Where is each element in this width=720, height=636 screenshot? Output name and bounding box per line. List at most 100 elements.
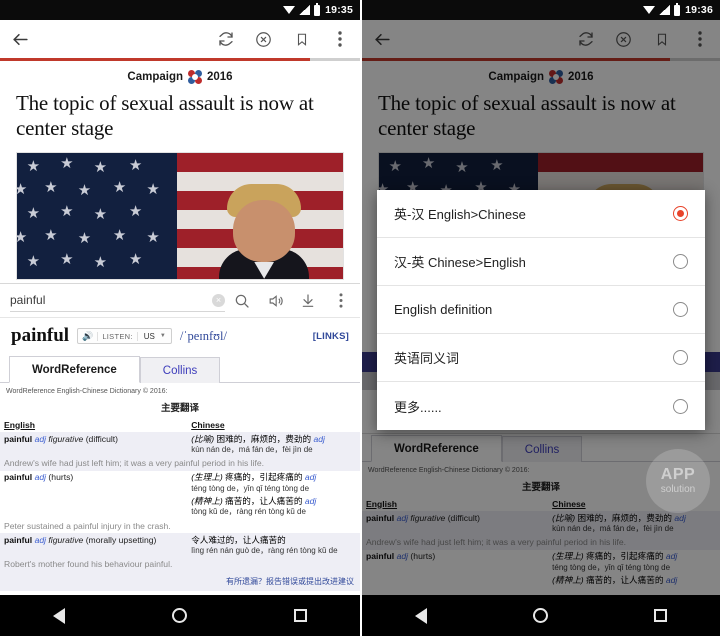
right-phone-screen: 19:36 Campaign 2016 The topic of sexual …	[360, 0, 720, 636]
status-icons	[643, 2, 681, 16]
back-nav-icon[interactable]	[53, 607, 66, 624]
overflow-menu-icon[interactable]	[330, 30, 349, 49]
headword: painful	[11, 325, 70, 346]
tab-wordreference[interactable]: WordReference	[9, 356, 140, 383]
entry-cn-second: (精神上) 痛苦的，让人痛苦的 adj tòng kǔ de，ràng rén …	[191, 494, 356, 518]
recents-nav-icon[interactable]	[654, 609, 667, 622]
table-row-example: Andrew's wife had just left him; it was …	[0, 456, 360, 471]
download-icon[interactable]	[299, 292, 317, 310]
recents-nav-icon[interactable]	[293, 609, 307, 622]
entry-pinyin: téng tòng de，yǐn qǐ téng tòng de	[191, 483, 310, 493]
refresh-icon[interactable]	[216, 30, 235, 49]
option-label: English definition	[394, 302, 493, 317]
table-row: painful adj figurative (morally upsettin…	[0, 533, 360, 558]
radio-button[interactable]	[673, 254, 688, 269]
home-nav-icon[interactable]	[533, 608, 548, 623]
headword-row: painful 🔊 LISTEN: US ▼ /ˈpeɪnfʊl/ [LINKS…	[0, 318, 360, 355]
dual-screenshot-stage: 19:35 Campaign 2016 The topic of sexual …	[0, 0, 720, 636]
links-button[interactable]: [LINKS]	[313, 331, 349, 342]
article-content: Campaign 2016 The topic of sexual assaul…	[0, 60, 360, 280]
chevron-down-icon[interactable]: ▼	[158, 333, 171, 339]
listen-control[interactable]: 🔊 LISTEN: US ▼	[77, 328, 172, 344]
dictionary-actions	[233, 292, 350, 310]
entry-pinyin-2: tòng kǔ de，ràng rén tòng kǔ de	[191, 507, 306, 517]
dialog-option-english-chinese[interactable]: 英-汉 English>Chinese	[377, 190, 705, 238]
home-nav-icon[interactable]	[171, 608, 187, 623]
dialog-option-chinese-english[interactable]: 汉-英 Chinese>English	[377, 238, 705, 286]
toolbar-actions	[216, 30, 349, 49]
entry-chinese: 令人难过的，让人痛苦的 lìng rén nán guò de，ràng rén…	[187, 533, 360, 558]
status-bar-right: 19:36	[362, 0, 720, 20]
entry-pos: adj	[34, 472, 47, 483]
section-title: 主要翻译	[160, 403, 199, 414]
entry-english: painful adj figurative (difficult)	[0, 432, 187, 457]
translation-table: English Chinese painful adj figurative (…	[0, 418, 360, 572]
report-error-link[interactable]: 有所遗漏？报告错误或提出改进建议	[0, 571, 360, 591]
table-row: painful adj (hurts) (生理上) 疼痛的，引起疼痛的 adj …	[0, 470, 360, 520]
entry-pos: adj	[34, 534, 47, 545]
table-header-row: English Chinese	[0, 418, 360, 432]
dictionary-mode-dialog: 英-汉 English>Chinese 汉-英 Chinese>English …	[377, 190, 705, 430]
entry-example: Peter sustained a painful injury in the …	[4, 520, 171, 531]
article-kicker: Campaign 2016	[16, 61, 344, 91]
entry-cn-gloss-2: 痛苦的，让人痛苦的	[225, 495, 303, 506]
entry-english: painful adj (hurts)	[0, 471, 187, 519]
radio-button[interactable]	[673, 350, 688, 365]
entry-cn-pos: adj	[304, 472, 317, 483]
kicker-text: Campaign	[127, 70, 183, 83]
option-label: 英语同义词	[394, 351, 460, 366]
entry-register: figurative	[48, 433, 84, 444]
entry-english: painful adj figurative (morally upsettin…	[0, 533, 187, 558]
option-label: 更多......	[394, 399, 442, 415]
app-solution-watermark: APP solution	[646, 449, 710, 513]
listen-speaker-icon[interactable]: 🔊	[78, 331, 97, 342]
radio-button[interactable]	[673, 398, 688, 414]
android-navbar-left	[0, 595, 360, 636]
dictionary-search-row: ×	[0, 284, 360, 318]
pronunciation: /ˈpeɪnfʊl/	[179, 328, 227, 343]
dictionary-results: WordReference English-Chinese Dictionary…	[0, 383, 360, 595]
search-input[interactable]	[10, 293, 212, 307]
battery-icon	[314, 2, 321, 16]
col-english: English	[4, 419, 36, 430]
watermark-line1: APP	[660, 465, 696, 483]
status-icons	[283, 2, 321, 16]
back-arrow-icon[interactable]	[11, 30, 30, 49]
entry-chinese: (生理上) 疼痛的，引起疼痛的 adj téng tòng de，yǐn qǐ …	[187, 471, 360, 519]
radio-button[interactable]	[673, 302, 688, 317]
signal-icon	[659, 5, 671, 15]
kicker-year: 2016	[207, 70, 233, 83]
option-label: 汉-英 Chinese>English	[394, 255, 526, 270]
entry-cn-context: (比喻)	[191, 433, 215, 444]
dialog-option-more[interactable]: 更多......	[377, 382, 705, 430]
bookmark-icon[interactable]	[292, 30, 311, 49]
overflow-menu-icon[interactable]	[332, 292, 350, 310]
tab-collins[interactable]: Collins	[139, 357, 221, 383]
left-phone-screen: 19:35 Campaign 2016 The topic of sexual …	[0, 0, 360, 636]
campaign-logo-icon	[188, 69, 202, 84]
entry-sense: (difficult)	[85, 433, 119, 444]
dictionary-copyright: WordReference English-Chinese Dictionary…	[6, 388, 168, 395]
status-time: 19:35	[325, 4, 353, 16]
dialog-option-english-definition[interactable]: English definition	[377, 286, 705, 334]
entry-term: painful	[4, 433, 33, 444]
entry-cn-gloss: 困难的，麻烦的，费劲的	[216, 433, 312, 444]
option-label: 英-汉 English>Chinese	[394, 207, 526, 222]
entry-example: Andrew's wife had just left him; it was …	[4, 458, 265, 469]
speaker-icon[interactable]	[266, 292, 284, 310]
search-icon[interactable]	[233, 292, 251, 310]
accent-select[interactable]: US	[136, 331, 158, 341]
stop-icon[interactable]	[254, 30, 273, 49]
entry-register: figurative	[48, 534, 84, 545]
radio-button-selected[interactable]	[673, 206, 688, 221]
browser-toolbar-left	[0, 20, 360, 58]
dialog-option-english-synonyms[interactable]: 英语同义词	[377, 334, 705, 382]
col-chinese: Chinese	[191, 419, 225, 430]
entry-cn-gloss: 疼痛的，引起疼痛的	[225, 472, 303, 483]
table-row-example: Peter sustained a painful injury in the …	[0, 519, 360, 534]
status-bar-left: 19:35	[0, 0, 360, 20]
table-row: painful adj figurative (difficult) (比喻) …	[0, 432, 360, 457]
back-nav-icon[interactable]	[415, 607, 427, 624]
clear-icon[interactable]: ×	[212, 293, 225, 307]
dictionary-tabs: WordReference Collins	[0, 355, 360, 383]
